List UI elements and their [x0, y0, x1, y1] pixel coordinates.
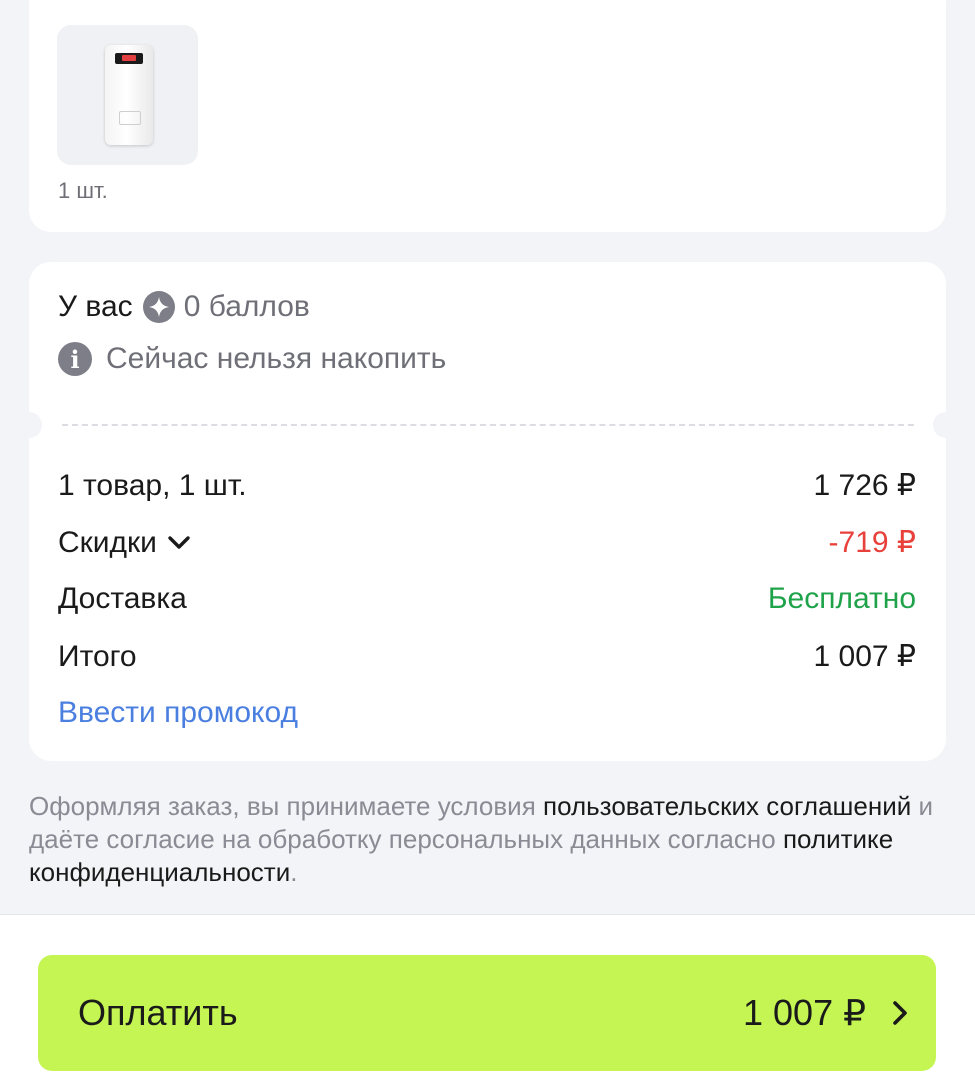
chevron-down-icon: [168, 535, 190, 549]
points-value: 0 баллов: [183, 290, 310, 323]
points-info-text: Сейчас нельзя накопить: [106, 342, 447, 375]
items-row: 1 товар, 1 шт. 1 726 ₽: [58, 468, 916, 503]
total-label: Итого: [58, 639, 137, 673]
product-thumbnail[interactable]: [57, 25, 198, 165]
pay-button[interactable]: Оплатить 1 007 ₽: [38, 955, 936, 1071]
order-summary-card: [29, 262, 946, 761]
user-agreement-link[interactable]: пользовательских соглашений: [543, 791, 911, 821]
info-icon[interactable]: i: [58, 342, 92, 376]
delivery-label: Доставка: [58, 582, 187, 615]
discount-toggle[interactable]: Скидки: [58, 526, 191, 560]
promo-code-link[interactable]: Ввести промокод: [58, 696, 298, 730]
sparkle-icon: [142, 291, 175, 323]
points-prefix: У вас: [58, 290, 133, 323]
delivery-row: Доставка Бесплатно: [58, 582, 916, 616]
pay-right: 1 007 ₽: [743, 992, 908, 1034]
points-balance: У вас 0 баллов: [58, 290, 310, 324]
total-value: 1 007 ₽: [813, 640, 917, 673]
dashed-divider: [62, 424, 914, 426]
points-info: i Сейчас нельзя накопить: [58, 342, 446, 376]
card-notch-right: [933, 412, 959, 438]
delivery-value: Бесплатно: [767, 582, 916, 615]
discount-row: Скидки -719 ₽: [58, 525, 916, 560]
pay-label: Оплатить: [78, 992, 238, 1033]
legal-text-1: Оформляя заказ, вы принимаете условия: [29, 791, 543, 821]
card-notch-left: [16, 412, 42, 438]
chevron-right-icon: [893, 1001, 907, 1025]
legal-notice: Оформляя заказ, вы принимаете условия по…: [29, 790, 939, 889]
pay-amount: 1 007 ₽: [743, 992, 866, 1033]
items-label: 1 товар, 1 шт.: [58, 468, 247, 502]
product-quantity: 1 шт.: [58, 178, 108, 203]
checkout-page: 1 шт. У вас 0 баллов i Сейчас нельзя нак…: [0, 0, 975, 1090]
product-card: 1 шт.: [29, 0, 946, 232]
legal-text-3: .: [290, 857, 298, 887]
power-bank-image: [105, 45, 153, 145]
items-value: 1 726 ₽: [813, 469, 917, 502]
discount-value: -719 ₽: [828, 526, 916, 559]
total-row: Итого 1 007 ₽: [58, 639, 916, 674]
discount-label: Скидки: [58, 525, 157, 559]
